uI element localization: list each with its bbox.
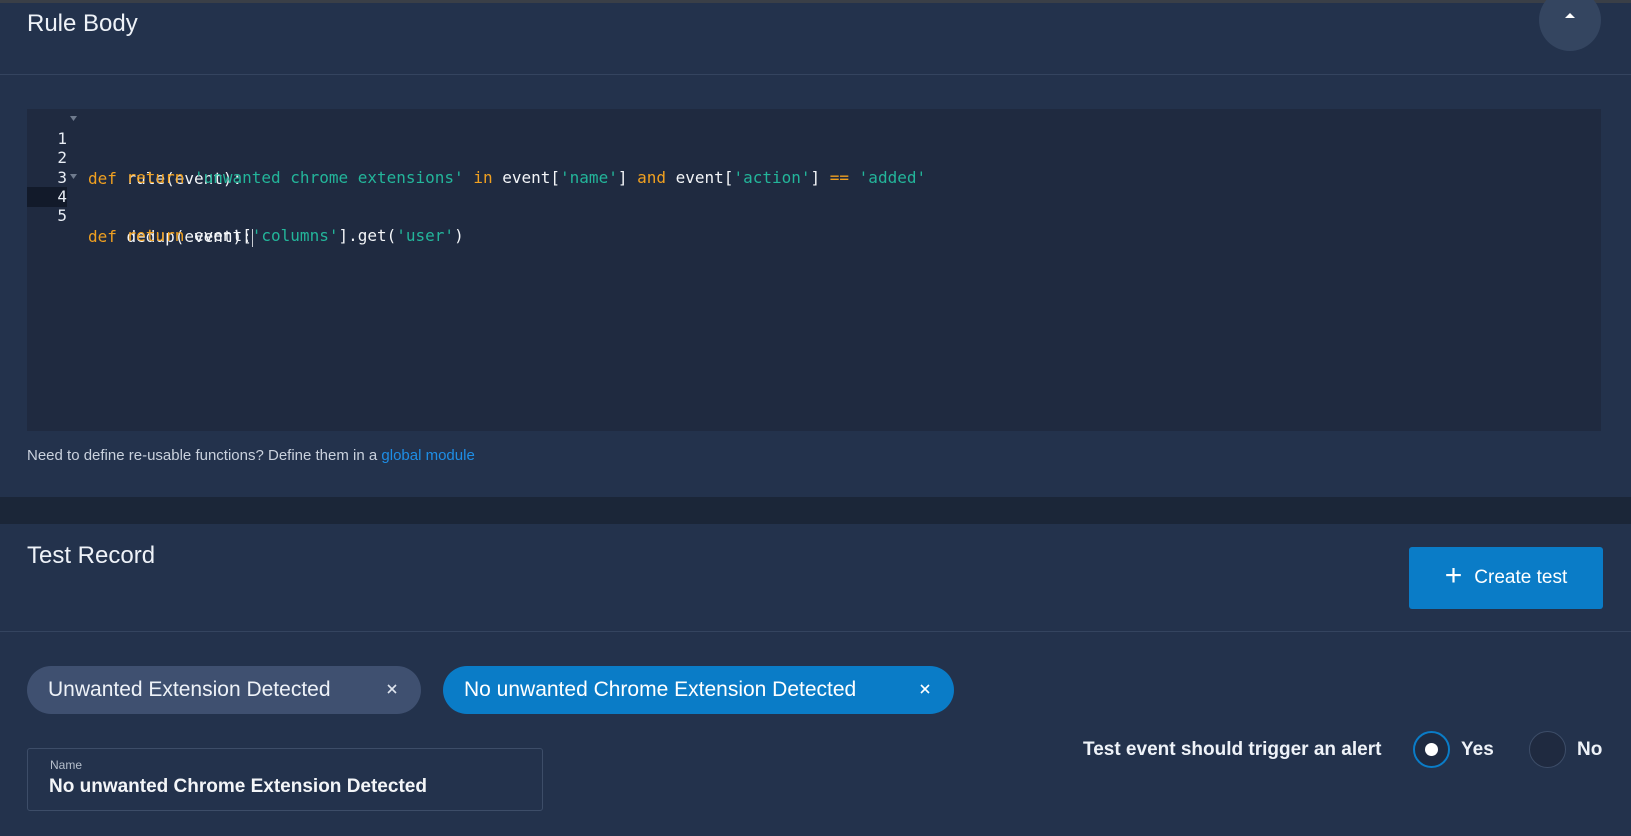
test-record-panel: Test Record + Create test Unwanted Exten… <box>0 524 1631 836</box>
fold-arrow-icon[interactable] <box>70 109 78 129</box>
create-test-button[interactable]: + Create test <box>1409 547 1603 609</box>
section-divider <box>0 74 1631 75</box>
close-icon[interactable] <box>385 682 399 696</box>
radio-yes[interactable] <box>1413 731 1450 768</box>
collapse-button[interactable] <box>1539 0 1601 51</box>
global-module-hint: Need to define re-usable functions? Defi… <box>27 447 475 464</box>
code-line-active: 4 def dedup(event): <box>27 167 1601 247</box>
test-name-input[interactable] <box>49 776 519 798</box>
close-icon[interactable] <box>918 682 932 696</box>
code-editor[interactable]: 1 def rule(event): 2 return 'unwanted ch… <box>27 109 1601 431</box>
code-line: 2 return 'unwanted chrome extensions' in… <box>27 128 1601 187</box>
radio-no-label[interactable]: No <box>1577 739 1602 761</box>
test-name-label: Name <box>50 758 83 772</box>
radio-dot <box>1425 743 1438 756</box>
trigger-alert-question: Test event should trigger an alert <box>1083 739 1382 760</box>
code-text: return event['columns'].get('user') <box>126 226 464 245</box>
fold-arrow-icon[interactable] <box>70 167 78 187</box>
rule-body-panel: Rule Body 1 def rule(event): 2 return 'u… <box>0 0 1631 497</box>
chevron-up-icon <box>1565 13 1575 18</box>
line-number: 5 <box>57 206 67 225</box>
rule-body-title: Rule Body <box>27 10 138 37</box>
test-record-title: Test Record <box>27 542 156 569</box>
global-module-link[interactable]: global module <box>381 447 474 464</box>
code-line: 3 <box>27 148 1601 187</box>
test-name-field[interactable]: Name <box>27 748 543 811</box>
plus-icon: + <box>1444 559 1463 592</box>
hint-text: Need to define re-usable functions? Defi… <box>27 447 382 464</box>
code-line: 1 def rule(event): <box>27 109 1601 188</box>
radio-no[interactable] <box>1529 731 1566 768</box>
code-line: 5 return event['columns'].get('user') <box>27 186 1601 245</box>
section-divider <box>0 631 1631 632</box>
test-tab-label: Unwanted Extension Detected <box>48 678 331 701</box>
test-tab-unwanted-extension[interactable]: Unwanted Extension Detected <box>27 666 421 714</box>
create-test-label: Create test <box>1474 567 1568 588</box>
test-tab-no-unwanted-extension[interactable]: No unwanted Chrome Extension Detected <box>443 666 954 714</box>
radio-yes-label[interactable]: Yes <box>1461 739 1494 761</box>
test-tab-label: No unwanted Chrome Extension Detected <box>464 678 857 701</box>
